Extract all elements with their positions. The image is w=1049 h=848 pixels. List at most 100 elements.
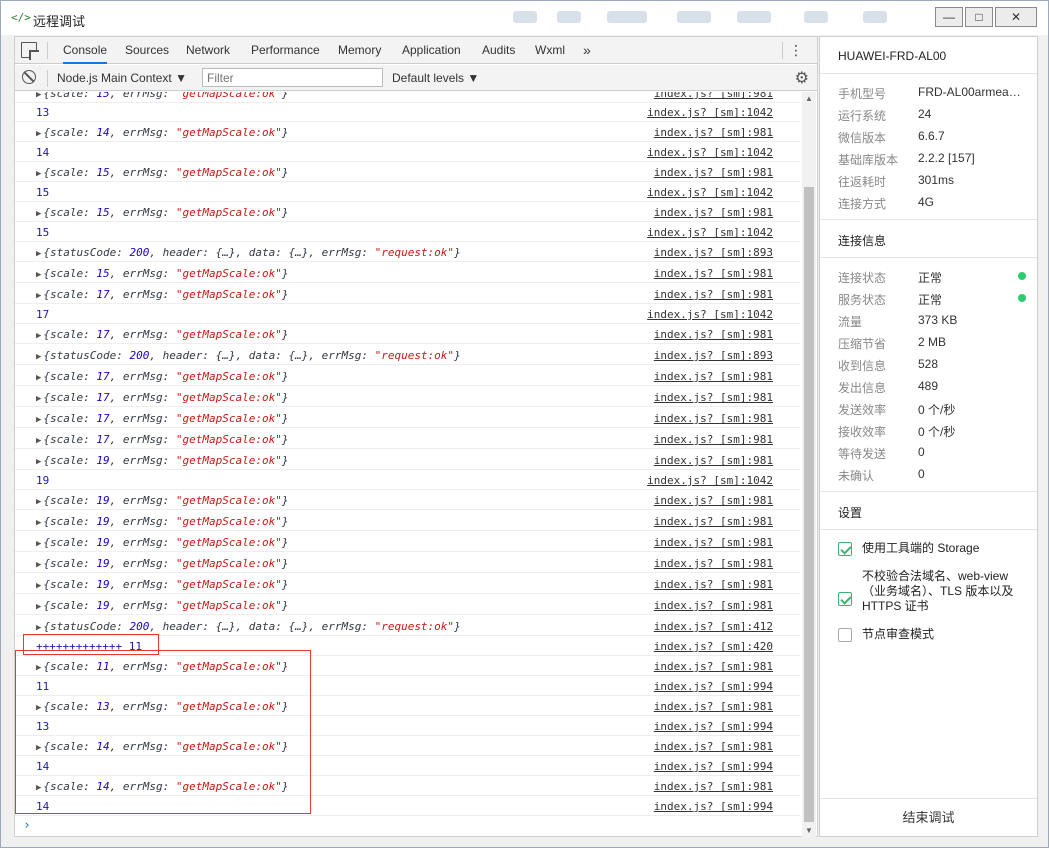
source-link[interactable]: index.js? [sm]:994 xyxy=(654,760,773,773)
source-link[interactable]: index.js? [sm]:981 xyxy=(654,267,773,280)
end-debug-button[interactable]: 结束调试 xyxy=(820,798,1037,836)
minimize-button[interactable]: — xyxy=(935,7,963,27)
source-link[interactable]: index.js? [sm]:994 xyxy=(654,720,773,733)
console-row[interactable]: ▶ {scale: 17, errMsg: "getMapScale:ok"} in… xyxy=(15,324,800,344)
setting-checkbox[interactable] xyxy=(838,592,852,606)
console-row[interactable]: ▶ {scale: 17, errMsg: "getMapScale:ok"} in… xyxy=(15,366,800,386)
inspect-icon[interactable] xyxy=(21,42,37,58)
console-row[interactable]: ▶ {scale: 19, errMsg: "getMapScale:ok"} in… xyxy=(15,450,800,470)
vertical-scrollbar[interactable]: ▲ ▼ xyxy=(802,92,816,837)
console-row[interactable]: ▶ {scale: 19, errMsg: "getMapScale:ok"} in… xyxy=(15,532,800,552)
gear-icon[interactable]: ⚙ xyxy=(795,68,809,88)
source-link[interactable]: index.js? [sm]:412 xyxy=(654,620,773,633)
source-link[interactable]: index.js? [sm]:1042 xyxy=(647,226,773,239)
console-row[interactable]: ▶ {scale: 19, errMsg: "getMapScale:ok"} in… xyxy=(15,595,800,615)
console-row[interactable]: ▶ {scale: 15, errMsg: "getMapScale:ok"} in… xyxy=(15,202,800,222)
info-value: 正常 xyxy=(918,293,943,307)
console-row[interactable]: ▶ {scale: 19, errMsg: "getMapScale:ok"} in… xyxy=(15,574,800,594)
source-link[interactable]: index.js? [sm]:981 xyxy=(654,740,773,753)
console-row[interactable]: ▶ {scale: 19, errMsg: "getMapScale:ok"} in… xyxy=(15,553,800,573)
expand-triangle-icon: ▶ xyxy=(36,602,42,612)
console-row[interactable]: ▶ {scale: 15, errMsg: "getMapScale:ok"} in… xyxy=(15,162,800,182)
source-link[interactable]: index.js? [sm]:1042 xyxy=(647,308,773,321)
context-selector[interactable]: Node.js Main Context ▼ xyxy=(57,71,187,85)
source-link[interactable]: index.js? [sm]:981 xyxy=(654,536,773,549)
source-link[interactable]: index.js? [sm]:1042 xyxy=(647,474,773,487)
clear-console-icon[interactable] xyxy=(22,70,36,84)
tab-performance[interactable]: Performance xyxy=(251,37,320,64)
console-row[interactable]: ▶ {scale: 17, errMsg: "getMapScale:ok"} in… xyxy=(15,387,800,407)
console-output[interactable]: ▶ {scale: 15, errMsg: "getMapScale:ok"} in… xyxy=(15,92,800,837)
console-row[interactable]: ▶ {statusCode: 200, header: {…}, data: {…… xyxy=(15,616,800,636)
source-link[interactable]: index.js? [sm]:981 xyxy=(654,288,773,301)
scroll-down-icon[interactable]: ▼ xyxy=(805,826,813,835)
tab-wxml[interactable]: Wxml xyxy=(535,37,565,64)
console-row[interactable]: ▶ {scale: 14, errMsg: "getMapScale:ok"} in… xyxy=(15,122,800,142)
source-link[interactable]: index.js? [sm]:981 xyxy=(654,599,773,612)
source-link[interactable]: index.js? [sm]:1042 xyxy=(647,106,773,119)
source-link[interactable]: index.js? [sm]:981 xyxy=(654,412,773,425)
filter-input[interactable] xyxy=(202,68,383,87)
source-link[interactable]: index.js? [sm]:981 xyxy=(654,206,773,219)
source-link[interactable]: index.js? [sm]:994 xyxy=(654,800,773,813)
source-link[interactable]: index.js? [sm]:981 xyxy=(654,454,773,467)
source-link[interactable]: index.js? [sm]:981 xyxy=(654,391,773,404)
source-link[interactable]: index.js? [sm]:981 xyxy=(654,370,773,383)
tab-network[interactable]: Network xyxy=(186,37,230,64)
scroll-thumb[interactable] xyxy=(804,187,814,822)
source-link[interactable]: index.js? [sm]:420 xyxy=(654,640,773,653)
console-row[interactable]: ▶ {scale: 17, errMsg: "getMapScale:ok"} in… xyxy=(15,429,800,449)
console-row[interactable]: ▶ {scale: 13, errMsg: "getMapScale:ok"} in… xyxy=(15,696,800,716)
console-prompt[interactable]: › xyxy=(23,818,31,833)
console-token: } xyxy=(281,370,289,383)
source-link[interactable]: index.js? [sm]:981 xyxy=(654,328,773,341)
console-row[interactable]: ▶ {scale: 14, errMsg: "getMapScale:ok"} in… xyxy=(15,776,800,796)
tab-sources[interactable]: Sources xyxy=(125,37,169,64)
source-link[interactable]: index.js? [sm]:981 xyxy=(654,92,773,100)
source-link[interactable]: index.js? [sm]:1042 xyxy=(647,186,773,199)
console-row[interactable]: ▶ {scale: 19, errMsg: "getMapScale:ok"} in… xyxy=(15,511,800,531)
source-link[interactable]: index.js? [sm]:1042 xyxy=(647,146,773,159)
console-row[interactable]: ▶ {statusCode: 200, header: {…}, data: {…… xyxy=(15,242,800,262)
tab-memory[interactable]: Memory xyxy=(338,37,381,64)
log-levels-dropdown[interactable]: Default levels ▼ xyxy=(392,71,479,85)
more-tabs-button[interactable]: » xyxy=(583,37,591,64)
console-object: ▶ {scale: 15, errMsg: "getMapScale:ok"} xyxy=(36,267,288,280)
more-vert-icon[interactable]: ⋮ xyxy=(789,42,803,59)
console-token: , xyxy=(109,578,123,591)
console-row[interactable]: ▶ {statusCode: 200, header: {…}, data: {…… xyxy=(15,345,800,365)
source-link[interactable]: index.js? [sm]:981 xyxy=(654,166,773,179)
tab-application[interactable]: Application xyxy=(402,37,461,64)
source-link[interactable]: index.js? [sm]:981 xyxy=(654,494,773,507)
source-link[interactable]: index.js? [sm]:981 xyxy=(654,433,773,446)
console-row[interactable]: ▶ {scale: 17, errMsg: "getMapScale:ok"} in… xyxy=(15,284,800,304)
tab-audits[interactable]: Audits xyxy=(482,37,515,64)
console-row[interactable]: ▶ {scale: 14, errMsg: "getMapScale:ok"} in… xyxy=(15,736,800,756)
source-link[interactable]: index.js? [sm]:981 xyxy=(654,578,773,591)
console-row: +++++++++++++ 11 index.js? [sm]:420 xyxy=(15,636,800,656)
console-row[interactable]: ▶ {scale: 19, errMsg: "getMapScale:ok"} in… xyxy=(15,490,800,510)
expand-triangle-icon: ▶ xyxy=(36,373,42,383)
scroll-up-icon[interactable]: ▲ xyxy=(805,94,813,103)
tab-console[interactable]: Console xyxy=(63,37,108,64)
setting-checkbox[interactable] xyxy=(838,542,852,556)
errmsg-value: "getMapScale:ok" xyxy=(175,740,282,753)
console-token: errMsg: xyxy=(122,536,176,549)
source-link[interactable]: index.js? [sm]:994 xyxy=(654,680,773,693)
close-button[interactable]: ✕ xyxy=(995,7,1037,27)
source-link[interactable]: index.js? [sm]:981 xyxy=(654,515,773,528)
source-link[interactable]: index.js? [sm]:893 xyxy=(654,246,773,259)
source-link[interactable]: index.js? [sm]:981 xyxy=(654,660,773,673)
console-row[interactable]: ▶ {scale: 11, errMsg: "getMapScale:ok"} in… xyxy=(15,656,800,676)
source-link[interactable]: index.js? [sm]:981 xyxy=(654,557,773,570)
source-link[interactable]: index.js? [sm]:981 xyxy=(654,700,773,713)
source-link[interactable]: index.js? [sm]:981 xyxy=(654,126,773,139)
console-message: ▶ {statusCode: 200, header: {…}, data: {…… xyxy=(36,246,461,259)
console-row[interactable]: ▶ {scale: 15, errMsg: "getMapScale:ok"} in… xyxy=(15,263,800,283)
setting-checkbox[interactable] xyxy=(838,628,852,642)
source-link[interactable]: index.js? [sm]:981 xyxy=(654,780,773,793)
maximize-button[interactable]: □ xyxy=(965,7,993,27)
source-link[interactable]: index.js? [sm]:893 xyxy=(654,349,773,362)
console-token: scale: xyxy=(50,780,97,793)
console-row[interactable]: ▶ {scale: 17, errMsg: "getMapScale:ok"} in… xyxy=(15,408,800,428)
